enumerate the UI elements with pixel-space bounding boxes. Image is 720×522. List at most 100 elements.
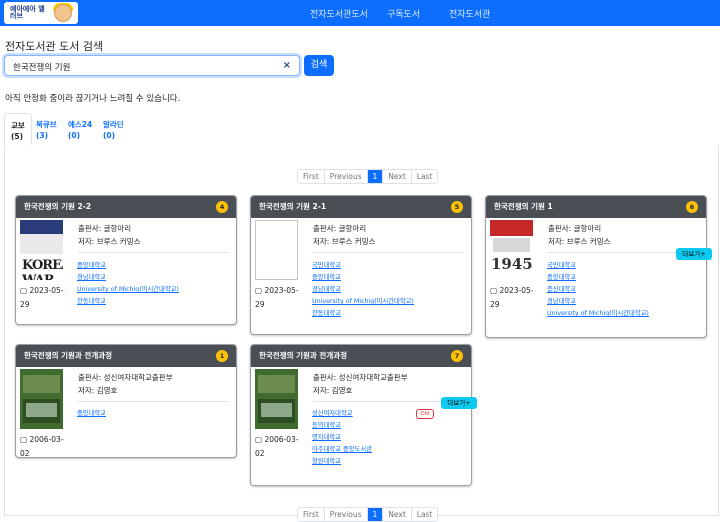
library-link[interactable]: 성신여자대학교 — [312, 408, 353, 417]
tab-bookcube[interactable]: 북큐브 (3) — [36, 113, 66, 145]
library-link[interactable]: 중앙대학교 — [77, 408, 106, 417]
library-link[interactable]: 창원대학교 — [312, 456, 341, 465]
card-title: 한국전쟁의 기원 2-1 5 — [251, 196, 471, 218]
tab-label: 예스24 — [68, 120, 93, 129]
library-count-badge: 4 — [216, 201, 228, 213]
book-card[interactable]: 한국전쟁의 기원과 전개과정 1 ▢ 2006-03-02 출판사: 성신여자대… — [15, 344, 237, 458]
publish-date: ▢ 2023-05-29 — [490, 286, 534, 309]
library-link[interactable]: University of Michig(미시간대학교) — [77, 284, 179, 293]
library-link[interactable]: 국민대학교 — [312, 260, 341, 269]
page-last[interactable]: Last — [411, 170, 438, 183]
book-cover-image[interactable]: 1945 — [490, 220, 533, 280]
card-title-text: 한국전쟁의 기원 2-2 — [24, 202, 92, 211]
nav-link-ebook-library[interactable]: 전자도서관 — [449, 7, 490, 20]
library-link[interactable]: 국민대학교 — [547, 260, 576, 269]
author: 저자: 김영호 — [313, 386, 353, 395]
publish-date: ▢ 2006-03-02 — [20, 435, 64, 458]
publish-date-text: 2006-03-02 — [255, 435, 299, 458]
card-title-text: 한국전쟁의 기원과 전개과정 — [24, 351, 113, 360]
library-link[interactable]: University of Michig(미시간대학교) — [547, 308, 649, 317]
library-link[interactable]: 한동대학교 — [77, 296, 106, 305]
more-button[interactable]: 더보기+ — [676, 248, 712, 260]
library-link[interactable]: 한동대학교 — [312, 308, 341, 317]
publisher: 출판사: 글항아리 — [78, 224, 132, 233]
search-button[interactable]: 검색 — [304, 55, 334, 76]
logo-text: 예아에아 엘러브 — [10, 5, 45, 20]
cover-text: 1945 — [491, 255, 533, 273]
library-count-badge: 7 — [451, 350, 463, 362]
broken-image-icon[interactable] — [255, 220, 298, 280]
library-link[interactable]: University of Michig(미시간대학교) — [312, 296, 414, 305]
library-link[interactable]: 충신대학교 — [547, 284, 576, 293]
library-link[interactable]: 중앙대학교 — [312, 272, 341, 281]
author: 저자: 브루스 커밍스 — [313, 237, 376, 246]
library-link[interactable]: 중앙대학교 — [547, 272, 576, 281]
book-card[interactable]: 한국전쟁의 기원과 전개과정 7 ▢ 2006-03-02 출판사: 성신여자대… — [250, 344, 477, 486]
card-title-text: 한국전쟁의 기원 2-1 — [259, 202, 327, 211]
library-count-badge: 6 — [686, 201, 698, 213]
card-title: 한국전쟁의 기원 1 6 — [486, 196, 706, 218]
publish-date-text: 2023-05-29 — [490, 286, 534, 309]
pagination-top: First Previous 1 Next Last — [297, 169, 439, 184]
book-card[interactable]: 한국전쟁의 기원 2-2 4 KOREAN WAR ▢ 2023-05-29 출… — [15, 195, 237, 325]
page-previous[interactable]: Previous — [324, 170, 368, 183]
author: 저자: 브루스 커밍스 — [78, 237, 141, 246]
library-link[interactable]: 아주대학교 중앙도서관 — [312, 444, 372, 453]
tab-yes24[interactable]: 예스24 (0) — [68, 113, 102, 145]
page-next[interactable]: Next — [383, 170, 412, 183]
page-title: 전자도서관 도서 검색 — [5, 40, 104, 53]
publish-date: ▢ 2006-03-02 — [255, 435, 299, 458]
pagination-bottom: First Previous 1 Next Last — [297, 507, 439, 522]
card-title: 한국전쟁의 기원과 전개과정 7 — [251, 345, 471, 367]
divider — [78, 401, 228, 402]
book-cover-image[interactable] — [20, 369, 63, 429]
clear-icon[interactable]: × — [283, 60, 291, 71]
nav-link-subscription-books[interactable]: 구독도서 — [387, 7, 420, 20]
book-card[interactable]: 한국전쟁의 기원 1 6 1945 ▢ 2023-05-29 출판사: 글항아리… — [485, 195, 712, 338]
tab-kyobo[interactable]: 교보 (5) — [4, 113, 32, 145]
publisher: 출판사: 성신여자대학교출판부 — [78, 373, 173, 382]
library-link[interactable]: 명지대학교 — [312, 432, 341, 441]
library-count-badge: 5 — [451, 201, 463, 213]
search-input[interactable]: 한국전쟁의 기원 × — [4, 55, 300, 76]
publish-date: ▢ 2023-05-29 — [20, 286, 64, 309]
book-cover-image[interactable] — [255, 369, 298, 429]
library-link[interactable]: 동의대학교 — [312, 420, 341, 429]
book-card[interactable]: 한국전쟁의 기원 2-1 5 ▢ 2023-05-29 출판사: 글항아리 저자… — [250, 195, 472, 335]
publish-date: ▢ 2023-05-29 — [255, 286, 299, 309]
tab-count: (0) — [103, 131, 116, 140]
library-link[interactable]: 경남대학교 — [312, 284, 341, 293]
tab-count: (0) — [68, 131, 81, 140]
book-cover-image[interactable]: KOREAN WAR — [20, 220, 63, 280]
divider — [78, 252, 228, 253]
more-button[interactable]: 더보기+ — [441, 397, 477, 409]
page-1[interactable]: 1 — [367, 508, 384, 521]
top-navbar: 예아에아 엘러브 전자도서관도서 구독도서 전자도서관 — [0, 0, 720, 26]
cover-text: KOREAN WAR — [22, 258, 63, 280]
page-1[interactable]: 1 — [367, 170, 384, 183]
page-next[interactable]: Next — [383, 508, 412, 521]
library-link[interactable]: 경남대학교 — [77, 272, 106, 281]
tab-aladin[interactable]: 알라딘 (0) — [103, 113, 133, 145]
tab-label: 북큐브 — [36, 120, 57, 129]
divider — [313, 252, 463, 253]
publisher: 출판사: 글항아리 — [548, 224, 602, 233]
publish-date-text: 2023-05-29 — [255, 286, 299, 309]
page-first[interactable]: First — [298, 508, 325, 521]
tab-count: (3) — [36, 131, 49, 140]
page-first[interactable]: First — [298, 170, 325, 183]
author: 저자: 브루스 커밍스 — [548, 237, 611, 246]
library-link[interactable]: 중앙대학교 — [77, 260, 106, 269]
card-title: 한국전쟁의 기원 2-2 4 — [16, 196, 236, 218]
card-title: 한국전쟁의 기원과 전개과정 1 — [16, 345, 236, 367]
site-logo[interactable]: 예아에아 엘러브 — [4, 2, 78, 24]
logo-character-icon — [54, 4, 72, 22]
tab-label: 알라딘 — [103, 120, 124, 129]
tab-label: 교보 — [11, 121, 25, 130]
page-previous[interactable]: Previous — [324, 508, 368, 521]
stability-notice: 아직 안정화 중이라 끊기거나 느려질 수 있습니다. — [5, 94, 181, 104]
page-last[interactable]: Last — [411, 508, 438, 521]
tab-count: (5) — [11, 132, 24, 141]
library-link[interactable]: 경남대학교 — [547, 296, 576, 305]
nav-link-ebook-library-books[interactable]: 전자도서관도서 — [310, 7, 368, 20]
